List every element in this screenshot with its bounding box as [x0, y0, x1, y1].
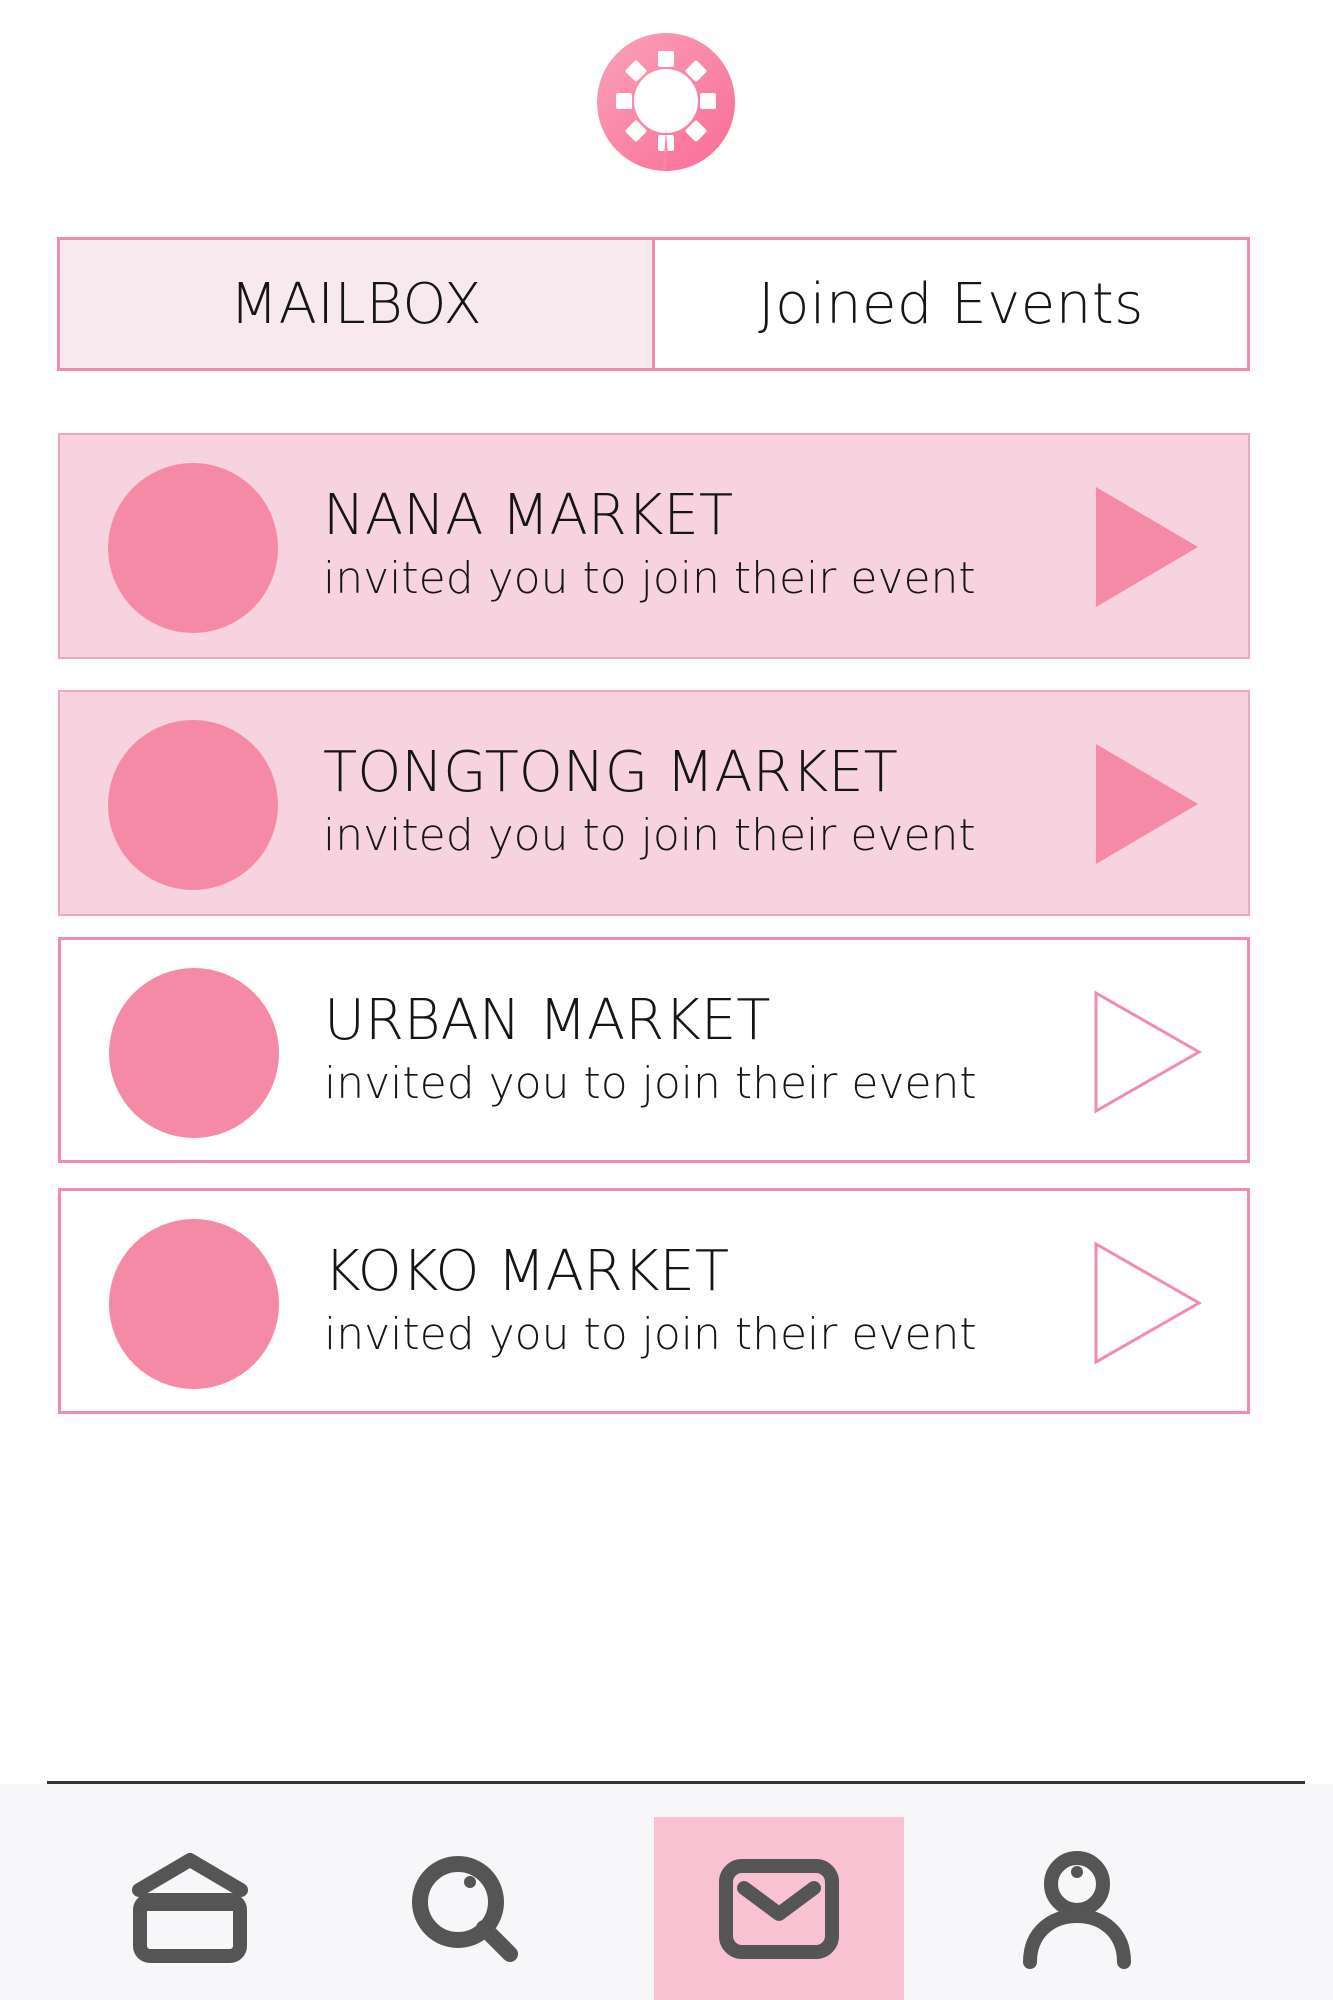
play-arrow-icon[interactable]	[1094, 742, 1204, 866]
invitation-message: invited you to join their event	[323, 553, 976, 604]
nav-profile[interactable]	[952, 1817, 1202, 2000]
avatar	[109, 1219, 279, 1389]
invitation-message: invited you to join their event	[323, 810, 976, 861]
tab-mailbox[interactable]: MAILBOX	[60, 240, 655, 368]
avatar	[108, 463, 278, 633]
play-arrow-icon[interactable]	[1094, 485, 1204, 609]
bottom-nav	[0, 1784, 1333, 2000]
play-arrow-outline-icon[interactable]	[1093, 990, 1203, 1114]
mailbox-tabs: MAILBOX Joined Events	[57, 237, 1250, 371]
invitation-item-nana-market[interactable]: NANA MARKET invited you to join their ev…	[58, 433, 1250, 659]
nav-mailbox[interactable]	[654, 1817, 904, 2000]
invitation-message: invited you to join their event	[324, 1309, 977, 1360]
profile-icon	[1023, 1850, 1131, 1969]
invitation-item-urban-market[interactable]: URBAN MARKET invited you to join their e…	[58, 937, 1250, 1163]
invitation-item-tongtong-market[interactable]: TONGTONG MARKET invited you to join thei…	[58, 690, 1250, 916]
invitation-sender: KOKO MARKET	[324, 1239, 730, 1304]
avatar	[109, 968, 279, 1138]
nav-search[interactable]	[340, 1817, 590, 2000]
invitation-item-koko-market[interactable]: KOKO MARKET invited you to join their ev…	[58, 1188, 1250, 1414]
play-arrow-outline-icon[interactable]	[1093, 1241, 1203, 1365]
avatar	[108, 720, 278, 890]
tab-joined-events[interactable]: Joined Events	[655, 240, 1247, 368]
invitation-sender: NANA MARKET	[323, 483, 734, 548]
home-icon	[132, 1852, 248, 1963]
nav-home[interactable]	[65, 1817, 315, 2000]
mail-icon	[719, 1858, 839, 1959]
invitation-sender: URBAN MARKET	[324, 988, 771, 1053]
invitation-message: invited you to join their event	[324, 1058, 977, 1109]
app-logo-gear-icon[interactable]	[597, 33, 735, 171]
invitation-sender: TONGTONG MARKET	[323, 740, 898, 805]
search-icon	[412, 1855, 518, 1962]
